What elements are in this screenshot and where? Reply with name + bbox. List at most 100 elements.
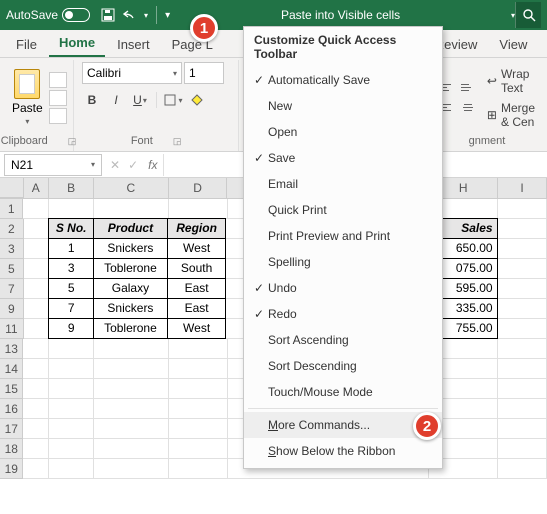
quick-access-toolbar: ▾ ▾ xyxy=(100,6,170,24)
table-cell[interactable]: West xyxy=(167,318,226,339)
row-header[interactable]: 16 xyxy=(0,399,23,419)
wrap-icon: ↩ xyxy=(487,74,497,88)
row-header[interactable]: 7 xyxy=(0,279,24,299)
menu-item-save[interactable]: ✓Save xyxy=(244,145,442,171)
row-header[interactable]: 11 xyxy=(0,319,24,339)
col-header-I[interactable]: I xyxy=(498,178,547,198)
merge-icon: ⊞ xyxy=(487,108,497,122)
row-header[interactable]: 3 xyxy=(0,239,24,259)
name-box[interactable]: N21▾ xyxy=(4,154,102,176)
menu-item-label: Show Below the Ribbon xyxy=(268,444,395,458)
table-cell[interactable]: West xyxy=(167,238,226,259)
table-cell[interactable]: 3 xyxy=(48,258,93,279)
table-cell[interactable]: Toblerone xyxy=(93,258,168,279)
search-button[interactable] xyxy=(515,2,541,28)
bold-button[interactable]: B xyxy=(82,90,102,110)
table-header[interactable]: S No. xyxy=(48,218,93,239)
cut-button[interactable] xyxy=(49,72,67,88)
menu-item-undo[interactable]: ✓Undo xyxy=(244,275,442,301)
enter-icon[interactable]: ✓ xyxy=(124,158,142,172)
row-header[interactable]: 17 xyxy=(0,419,23,439)
wrap-text-button[interactable]: ↩ Wrap Text xyxy=(487,67,535,95)
table-cell[interactable]: 9 xyxy=(48,318,93,339)
row-header[interactable]: 15 xyxy=(0,379,23,399)
row-header[interactable]: 19 xyxy=(0,459,23,479)
border-button[interactable]: ▾ xyxy=(163,90,183,110)
menu-item-sortdesc[interactable]: Sort Descending xyxy=(244,353,442,379)
menu-item-autosave[interactable]: ✓Automatically Save xyxy=(244,67,442,93)
menu-item-label: Email xyxy=(268,177,298,191)
paste-label: Paste xyxy=(12,101,43,115)
menu-item-label: Undo xyxy=(268,281,297,295)
row-header[interactable]: 14 xyxy=(0,359,23,379)
tab-view[interactable]: View xyxy=(489,33,537,57)
fill-color-button[interactable] xyxy=(187,90,207,110)
menu-item-redo[interactable]: ✓Redo xyxy=(244,301,442,327)
wrap-text-label: Wrap Text xyxy=(501,67,535,95)
table-header[interactable]: Region xyxy=(167,218,226,239)
fx-button[interactable]: fx xyxy=(142,158,163,172)
row-header[interactable]: 18 xyxy=(0,439,23,459)
toggle-switch[interactable] xyxy=(62,8,90,22)
paste-button[interactable]: Paste ▾ xyxy=(12,69,43,126)
col-header-D[interactable]: D xyxy=(169,178,228,198)
menu-item-email[interactable]: Email xyxy=(244,171,442,197)
table-cell[interactable]: South xyxy=(167,258,226,279)
search-icon xyxy=(522,8,536,22)
row-header[interactable]: 9 xyxy=(0,299,24,319)
table-cell[interactable]: Galaxy xyxy=(93,278,168,299)
cancel-icon[interactable]: ✕ xyxy=(106,158,124,172)
menu-item-open[interactable]: Open xyxy=(244,119,442,145)
annotation-badge-1: 1 xyxy=(190,14,218,42)
font-name-select[interactable]: Calibri▾ xyxy=(82,62,182,84)
autosave-toggle[interactable]: AutoSave xyxy=(6,8,90,22)
tab-home[interactable]: Home xyxy=(49,31,105,57)
align-center-button[interactable] xyxy=(459,100,477,116)
table-cell[interactable]: East xyxy=(167,278,226,299)
underline-button[interactable]: U▾ xyxy=(130,90,150,110)
row-header[interactable]: 5 xyxy=(0,259,24,279)
save-icon[interactable] xyxy=(100,7,116,23)
menu-item-printpreview[interactable]: Print Preview and Print xyxy=(244,223,442,249)
autosave-label: AutoSave xyxy=(6,8,58,22)
font-size-select[interactable]: 1 xyxy=(184,62,224,84)
table-cell[interactable]: Snickers xyxy=(93,238,168,259)
col-header-A[interactable]: A xyxy=(24,178,50,198)
table-cell[interactable]: 7 xyxy=(48,298,93,319)
select-all-corner[interactable] xyxy=(0,178,24,198)
tab-file[interactable]: File xyxy=(6,33,47,57)
table-cell[interactable]: 5 xyxy=(48,278,93,299)
table-cell[interactable]: East xyxy=(167,298,226,319)
table-cell[interactable]: Snickers xyxy=(93,298,168,319)
paste-dropdown-icon[interactable]: ▾ xyxy=(25,117,29,126)
font-dialog-icon[interactable]: ◲ xyxy=(173,136,182,147)
menu-item-touchmouse[interactable]: Touch/Mouse Mode xyxy=(244,379,442,405)
undo-icon[interactable] xyxy=(122,7,138,23)
table-cell[interactable]: 1 xyxy=(48,238,93,259)
menu-item-label: Quick Print xyxy=(268,203,327,217)
menu-item-label: Print Preview and Print xyxy=(268,229,390,243)
col-header-C[interactable]: C xyxy=(94,178,169,198)
row-header[interactable]: 2 xyxy=(0,219,24,239)
menu-item-show-below[interactable]: Show Below the Ribbon xyxy=(244,438,442,464)
col-header-B[interactable]: B xyxy=(49,178,94,198)
menu-item-new[interactable]: New xyxy=(244,93,442,119)
table-cell[interactable]: Toblerone xyxy=(93,318,168,339)
menu-title: Customize Quick Access Toolbar xyxy=(244,27,442,67)
italic-button[interactable]: I xyxy=(106,90,126,110)
name-box-value: N21 xyxy=(11,158,33,172)
align-middle-button[interactable] xyxy=(459,80,477,96)
row-header[interactable]: 1 xyxy=(0,199,23,219)
menu-item-spelling[interactable]: Spelling xyxy=(244,249,442,275)
row-header[interactable]: 13 xyxy=(0,339,23,359)
table-header[interactable]: Product xyxy=(93,218,168,239)
undo-dropdown-icon[interactable]: ▾ xyxy=(144,11,148,20)
menu-item-quickprint[interactable]: Quick Print xyxy=(244,197,442,223)
alignment-group-label: gnment xyxy=(469,135,506,147)
annotation-badge-2: 2 xyxy=(413,412,441,440)
copy-button[interactable] xyxy=(49,90,67,106)
menu-item-sortasc[interactable]: Sort Ascending xyxy=(244,327,442,353)
tab-insert[interactable]: Insert xyxy=(107,33,160,57)
format-painter-button[interactable] xyxy=(49,108,67,124)
merge-center-button[interactable]: ⊞Merge & Cen xyxy=(487,101,535,129)
